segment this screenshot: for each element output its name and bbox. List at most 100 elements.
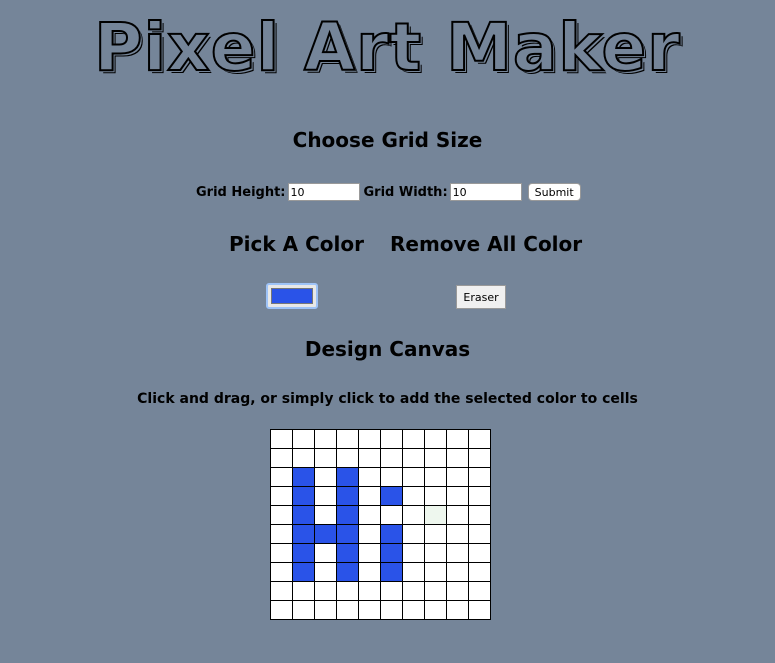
canvas-cell[interactable] (358, 429, 381, 449)
canvas-cell[interactable] (380, 581, 403, 601)
canvas-cell[interactable] (402, 543, 425, 563)
canvas-cell[interactable] (424, 600, 447, 620)
canvas-cell[interactable] (292, 467, 315, 487)
canvas-cell[interactable] (402, 581, 425, 601)
canvas-cell[interactable] (336, 429, 359, 449)
canvas-cell[interactable] (336, 543, 359, 563)
canvas-cell[interactable] (468, 543, 491, 563)
canvas-cell[interactable] (446, 562, 469, 582)
canvas-cell[interactable] (380, 562, 403, 582)
canvas-cell[interactable] (336, 524, 359, 544)
canvas-cell[interactable] (336, 581, 359, 601)
canvas-cell[interactable] (402, 486, 425, 506)
canvas-cell[interactable] (292, 429, 315, 449)
canvas-cell[interactable] (446, 600, 469, 620)
canvas-cell[interactable] (446, 524, 469, 544)
canvas-cell[interactable] (446, 429, 469, 449)
canvas-cell[interactable] (292, 581, 315, 601)
canvas-cell[interactable] (358, 562, 381, 582)
canvas-cell[interactable] (380, 600, 403, 620)
canvas-cell[interactable] (424, 581, 447, 601)
color-picker[interactable] (266, 283, 318, 309)
canvas-cell[interactable] (468, 429, 491, 449)
canvas-cell[interactable] (446, 505, 469, 525)
canvas-cell[interactable] (380, 524, 403, 544)
canvas-cell[interactable] (336, 600, 359, 620)
canvas-cell[interactable] (270, 505, 293, 525)
canvas-cell[interactable] (292, 600, 315, 620)
canvas-cell[interactable] (402, 562, 425, 582)
canvas-cell[interactable] (270, 429, 293, 449)
canvas-cell[interactable] (380, 467, 403, 487)
canvas-cell[interactable] (314, 448, 337, 468)
canvas-cell[interactable] (314, 505, 337, 525)
canvas-cell[interactable] (314, 581, 337, 601)
canvas-cell[interactable] (358, 467, 381, 487)
canvas-cell[interactable] (446, 467, 469, 487)
canvas-cell[interactable] (446, 543, 469, 563)
canvas-cell[interactable] (270, 524, 293, 544)
canvas-cell[interactable] (380, 543, 403, 563)
canvas-cell[interactable] (358, 448, 381, 468)
canvas-cell[interactable] (402, 600, 425, 620)
canvas-cell[interactable] (314, 543, 337, 563)
canvas-cell[interactable] (424, 467, 447, 487)
canvas-cell[interactable] (358, 505, 381, 525)
canvas-cell[interactable] (402, 448, 425, 468)
canvas-cell[interactable] (336, 448, 359, 468)
canvas-cell[interactable] (270, 543, 293, 563)
canvas-cell[interactable] (270, 467, 293, 487)
canvas-cell[interactable] (446, 486, 469, 506)
canvas-cell[interactable] (358, 543, 381, 563)
canvas-cell[interactable] (314, 562, 337, 582)
pixel-canvas[interactable] (270, 429, 491, 620)
canvas-cell[interactable] (380, 505, 403, 525)
canvas-cell[interactable] (468, 448, 491, 468)
canvas-cell[interactable] (424, 562, 447, 582)
canvas-cell[interactable] (358, 524, 381, 544)
canvas-cell[interactable] (292, 448, 315, 468)
canvas-cell[interactable] (468, 562, 491, 582)
canvas-cell[interactable] (424, 543, 447, 563)
canvas-cell[interactable] (468, 505, 491, 525)
canvas-cell[interactable] (270, 486, 293, 506)
canvas-cell[interactable] (336, 467, 359, 487)
canvas-cell[interactable] (446, 448, 469, 468)
canvas-cell[interactable] (292, 562, 315, 582)
canvas-cell[interactable] (424, 505, 447, 525)
canvas-cell[interactable] (424, 486, 447, 506)
canvas-cell[interactable] (358, 581, 381, 601)
grid-height-input[interactable] (287, 183, 360, 201)
canvas-cell[interactable] (358, 600, 381, 620)
eraser-button[interactable]: Eraser (456, 285, 506, 309)
canvas-cell[interactable] (446, 581, 469, 601)
canvas-cell[interactable] (292, 486, 315, 506)
canvas-cell[interactable] (314, 486, 337, 506)
canvas-cell[interactable] (292, 543, 315, 563)
canvas-cell[interactable] (336, 486, 359, 506)
canvas-cell[interactable] (468, 467, 491, 487)
canvas-cell[interactable] (468, 581, 491, 601)
canvas-cell[interactable] (402, 524, 425, 544)
canvas-cell[interactable] (380, 429, 403, 449)
canvas-cell[interactable] (424, 524, 447, 544)
canvas-cell[interactable] (314, 524, 337, 544)
canvas-cell[interactable] (468, 486, 491, 506)
submit-button[interactable]: Submit (527, 183, 581, 201)
canvas-cell[interactable] (380, 448, 403, 468)
canvas-cell[interactable] (402, 429, 425, 449)
canvas-cell[interactable] (314, 429, 337, 449)
canvas-cell[interactable] (424, 429, 447, 449)
canvas-cell[interactable] (270, 600, 293, 620)
canvas-cell[interactable] (292, 505, 315, 525)
grid-width-input[interactable] (449, 183, 522, 201)
canvas-cell[interactable] (314, 600, 337, 620)
canvas-cell[interactable] (380, 486, 403, 506)
canvas-cell[interactable] (270, 581, 293, 601)
canvas-cell[interactable] (270, 562, 293, 582)
canvas-cell[interactable] (336, 562, 359, 582)
canvas-cell[interactable] (314, 467, 337, 487)
canvas-cell[interactable] (424, 448, 447, 468)
canvas-cell[interactable] (402, 505, 425, 525)
canvas-cell[interactable] (468, 524, 491, 544)
